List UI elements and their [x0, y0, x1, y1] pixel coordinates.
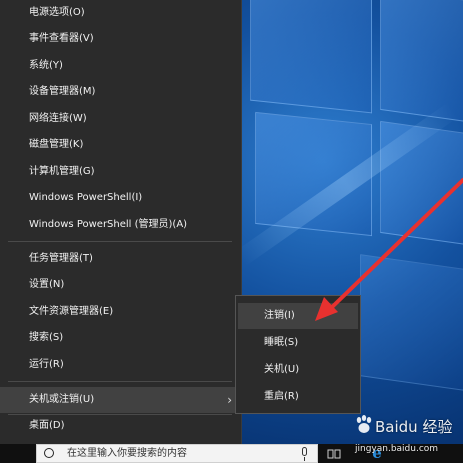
microphone-icon[interactable]	[302, 447, 307, 461]
search-box[interactable]: 在这里输入你要搜索的内容	[36, 444, 318, 463]
arrow-shaft	[326, 178, 463, 313]
task-view-icon[interactable]	[322, 444, 346, 463]
arrow-head	[315, 297, 338, 321]
search-input[interactable]: 在这里输入你要搜索的内容	[67, 445, 187, 463]
watermark-url: jingyan.baidu.com	[355, 444, 439, 454]
annotation-arrow	[315, 178, 463, 321]
watermark: Baidu 经验 jingyan.baidu.com	[355, 412, 460, 462]
watermark-brand: Baidu 经验	[375, 418, 453, 436]
search-icon	[44, 448, 54, 458]
start-button[interactable]	[0, 444, 36, 463]
paw-logo-icon	[356, 415, 372, 433]
